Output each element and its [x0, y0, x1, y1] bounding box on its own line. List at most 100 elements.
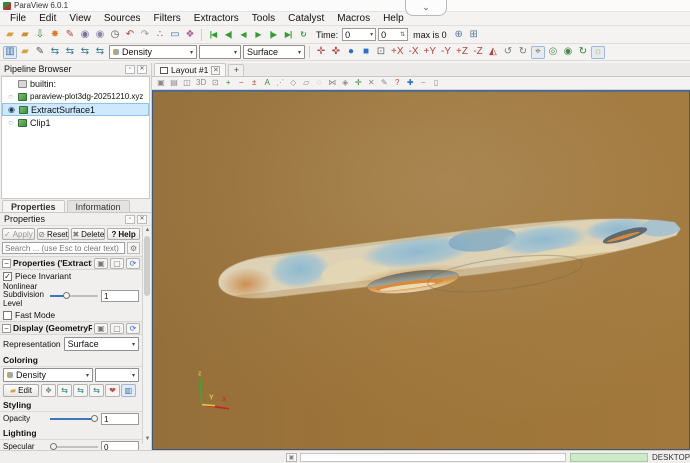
menu-tools[interactable]: Tools — [246, 12, 281, 25]
subdivision-value-field[interactable]: 1 — [101, 290, 139, 302]
close-view-icon[interactable]: ▯ — [430, 78, 442, 89]
view-minus-y-icon[interactable]: -Y — [439, 46, 453, 59]
catalyst-pause-icon[interactable]: ◉ — [93, 28, 107, 41]
screenshot-icon[interactable]: ▭ — [168, 28, 182, 41]
time-value-combo[interactable]: 0 ▾ — [342, 28, 376, 41]
specular-slider[interactable] — [50, 442, 98, 450]
use-separate-color-map-icon[interactable]: ❖ — [41, 384, 56, 397]
color-map-folder-icon[interactable]: ▰ — [18, 46, 32, 59]
copy-properties-icon[interactable]: ▣ — [94, 258, 108, 269]
close-dock-icon[interactable]: ✕ — [137, 215, 147, 224]
close-tab-icon[interactable]: ✕ — [211, 66, 220, 75]
menu-edit[interactable]: Edit — [33, 12, 62, 25]
rotate-90-cw-icon[interactable]: ↻ — [516, 46, 530, 59]
copy-screenshot-icon[interactable]: ▤ — [168, 78, 180, 89]
rescale-data-range-icon[interactable]: ⇆ — [48, 46, 62, 59]
grow-selection-icon[interactable]: ✛ — [352, 78, 364, 89]
zoom-time-icon[interactable]: ⊕ — [452, 28, 466, 41]
edit-scene-icon[interactable]: ✎ — [378, 78, 390, 89]
clear-selection-icon[interactable]: ✕ — [365, 78, 377, 89]
visibility-icon[interactable]: ○ — [6, 118, 15, 127]
collapse-icon[interactable]: − — [2, 324, 11, 333]
record-time-icon[interactable]: ⊞ — [467, 28, 481, 41]
gear-icon[interactable]: ⚙ — [127, 242, 140, 254]
collapse-view-icon[interactable]: − — [417, 78, 429, 89]
specular-value-field[interactable]: 0 — [101, 441, 139, 450]
coloring-component-combo[interactable]: ▾ — [95, 368, 139, 382]
representation-select[interactable]: Surface ▾ — [64, 337, 139, 351]
select-points-minus-icon[interactable]: − — [235, 78, 247, 89]
zoom-closest-icon[interactable]: ✜ — [329, 46, 343, 59]
add-layout-tab[interactable]: + — [228, 64, 244, 76]
camera-3d-icon[interactable]: ● — [344, 46, 358, 59]
menu-catalyst[interactable]: Catalyst — [282, 12, 330, 25]
zoom-to-box-icon[interactable]: ⊡ — [374, 46, 388, 59]
split-view-icon[interactable]: ✚ — [404, 78, 416, 89]
tab-information[interactable]: Information — [67, 200, 130, 212]
float-dock-icon[interactable]: ▫ — [125, 65, 135, 74]
open-file-icon[interactable]: ▰ — [3, 28, 17, 41]
pick-center-icon[interactable]: ◎ — [546, 46, 560, 59]
section-display-header[interactable]: − Display (GeometryRepre ▣ ▢ ⟳ — [0, 321, 142, 335]
view-plus-x-icon[interactable]: +X — [389, 46, 406, 59]
show-color-map-icon[interactable]: ▥ — [3, 46, 17, 59]
palette-icon[interactable]: ❖ — [183, 28, 197, 41]
view-plus-y-icon[interactable]: +Y — [422, 46, 439, 59]
float-dock-icon[interactable]: ▫ — [125, 215, 135, 224]
catalyst-connect-icon[interactable]: ◉ — [78, 28, 92, 41]
show-color-legend-icon[interactable]: ▥ — [121, 384, 136, 397]
menu-extractors[interactable]: Extractors — [188, 12, 245, 25]
reset-camera-icon[interactable]: ✛ — [314, 46, 328, 59]
subdivision-slider[interactable] — [50, 291, 98, 301]
undo-icon[interactable]: ↶ — [123, 28, 137, 41]
select-points-plus-icon[interactable]: + — [222, 78, 234, 89]
next-frame-button[interactable]: |▶ — [266, 28, 280, 41]
interactive-select-cells-icon[interactable]: ◌ — [313, 78, 325, 89]
select-block-icon[interactable]: ▱ — [300, 78, 312, 89]
rotate-90-ccw-icon[interactable]: ↺ — [501, 46, 515, 59]
apply-button[interactable]: ✓Apply — [2, 228, 35, 240]
choose-preset-icon[interactable]: ❤ — [105, 384, 120, 397]
context-help-icon[interactable]: ? — [391, 78, 403, 89]
fast-mode-checkbox[interactable] — [3, 311, 12, 320]
tab-properties[interactable]: Properties — [2, 200, 65, 212]
opacity-slider[interactable] — [50, 414, 98, 424]
camera-2d-icon[interactable]: ■ — [359, 46, 373, 59]
show-center-axes-icon[interactable]: ⌖ — [531, 46, 545, 59]
coloring-array-combo[interactable]: Density ▾ — [3, 368, 93, 382]
menu-help[interactable]: Help — [377, 12, 410, 25]
statusbar-button[interactable]: ▣ — [286, 453, 297, 462]
auto-apply-icon[interactable]: ✸ — [48, 28, 62, 41]
search-input[interactable] — [2, 242, 125, 254]
visibility-icon[interactable]: ◉ — [7, 105, 16, 114]
piece-invariant-checkbox[interactable]: ✓ — [3, 272, 12, 281]
color-array-combo[interactable]: Density ▾ — [109, 45, 197, 59]
frame-spinner[interactable]: 0 ⇅ — [378, 28, 408, 41]
menu-file[interactable]: File — [4, 12, 32, 25]
rescale-custom-range-icon[interactable]: ⇆ — [73, 384, 88, 397]
edit-color-legend-icon[interactable]: ✎ — [63, 28, 77, 41]
pipeline-item-extractsurface[interactable]: ◉ ExtractSurface1 — [2, 103, 149, 116]
timer-icon[interactable]: ◷ — [108, 28, 122, 41]
reset-button[interactable]: ⊘Reset — [37, 228, 70, 240]
copy-display-icon[interactable]: ▣ — [94, 323, 108, 334]
play-button[interactable]: ▶ — [251, 28, 265, 41]
rescale-data-range-icon[interactable]: ⇆ — [57, 384, 72, 397]
component-combo[interactable]: ▾ — [199, 45, 241, 59]
reset-center-icon[interactable]: ◉ — [561, 46, 575, 59]
save-data-icon[interactable]: ⇩ — [33, 28, 47, 41]
pipeline-item-builtin[interactable]: builtin: — [2, 77, 149, 90]
close-dock-icon[interactable]: ✕ — [137, 65, 147, 74]
scroll-up-icon[interactable]: ▲ — [143, 226, 151, 235]
reload-defaults-icon[interactable]: ⟳ — [126, 323, 140, 334]
reload-defaults-icon[interactable]: ⟳ — [126, 258, 140, 269]
render-view[interactable]: z X Y — [152, 90, 690, 450]
hover-cells-icon[interactable]: ◈ — [339, 78, 351, 89]
save-screenshot-icon[interactable]: ▣ — [155, 78, 167, 89]
menu-macros[interactable]: Macros — [331, 12, 376, 25]
vertical-scrollbar[interactable]: ▲ ▼ — [142, 226, 151, 444]
representation-combo[interactable]: Surface ▾ — [243, 45, 305, 59]
tab-layout-1[interactable]: Layout #1 ✕ — [154, 63, 226, 76]
menu-view[interactable]: View — [63, 12, 97, 25]
delete-button[interactable]: ✖Delete — [71, 228, 105, 240]
